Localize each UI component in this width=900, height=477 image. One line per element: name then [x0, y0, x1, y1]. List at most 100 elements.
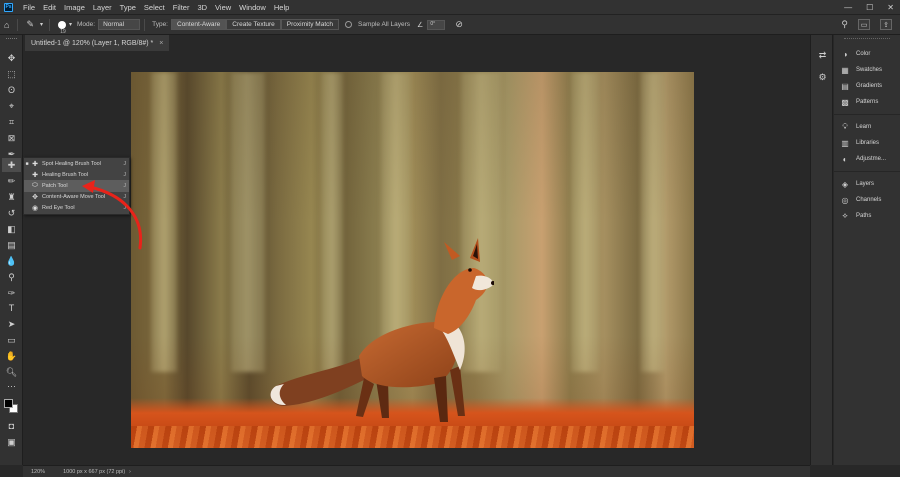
canvas-area[interactable] — [23, 51, 810, 465]
type-tool-icon[interactable]: T — [2, 301, 21, 315]
menu-layer[interactable]: Layer — [89, 3, 116, 12]
panel-swatches[interactable]: ▦ Swatches — [834, 62, 900, 78]
pressure-icon[interactable]: ⊘ — [455, 19, 463, 30]
more-tools-icon[interactable]: ··· — [2, 379, 21, 393]
content-aware-button[interactable]: Content-Aware — [171, 19, 227, 30]
workspace-icon[interactable]: ▭ — [858, 19, 870, 30]
menu-bar: Ps File Edit Image Layer Type Select Fil… — [0, 0, 900, 14]
foreground-color-swatch[interactable] — [4, 399, 13, 408]
brush-tool-icon[interactable]: ✏ — [2, 174, 21, 188]
zoom-tool-icon[interactable]: 🔍︎ — [2, 365, 21, 379]
history-brush-tool-icon[interactable]: ↺ — [2, 206, 21, 220]
create-texture-button[interactable]: Create Texture — [226, 19, 281, 30]
menu-file[interactable]: File — [19, 3, 39, 12]
fly-label: Spot Healing Brush Tool — [42, 160, 101, 167]
minimize-button[interactable]: — — [844, 3, 852, 12]
zoom-level[interactable]: 120% — [23, 469, 53, 475]
menu-filter[interactable]: Filter — [169, 3, 194, 12]
content-aware-move-icon: ✥ — [32, 194, 38, 202]
toolbar: ✥ ⬚ ʘ ⌖ ⌗ ⊠ ✒ ✚ ✏ ♜ ↺ ◧ ▤ 💧 ⚲ ✑ T ➤ ▭ ✋ … — [0, 35, 23, 465]
fox-photo[interactable] — [131, 72, 694, 448]
panel-paths[interactable]: ⟡ Paths — [834, 208, 900, 224]
path-select-tool-icon[interactable]: ➤ — [2, 317, 21, 331]
panel-color[interactable]: ◑ Color — [834, 46, 900, 62]
panel-learn[interactable]: 💡︎ Learn — [834, 119, 900, 135]
sample-all-layers-label: Sample All Layers — [358, 21, 411, 28]
patch-tool-item[interactable]: ⬭ Patch Tool J — [24, 180, 129, 192]
pen-tool-icon[interactable]: ✑ — [2, 286, 21, 300]
healing-tool-icon[interactable]: ✚ — [2, 158, 21, 172]
panel-patterns[interactable]: ▩ Patterns — [834, 94, 900, 110]
stamp-tool-icon[interactable]: ♜ — [2, 190, 21, 204]
swatches-icon: ▦ — [841, 65, 849, 75]
history-panel-icon[interactable]: ⇄ — [816, 49, 829, 62]
panel-adjustments[interactable]: ◐ Adjustme... — [834, 151, 900, 167]
mode-select[interactable]: Normal — [98, 19, 141, 30]
menu-window[interactable]: Window — [235, 3, 270, 12]
red-eye-icon: ◉ — [31, 205, 39, 213]
sample-all-layers-checkbox[interactable] — [345, 21, 352, 28]
spot-healing-brush-item[interactable]: ■ ✚ Spot Healing Brush Tool J — [24, 158, 129, 169]
share-icon[interactable]: ⇪ — [880, 19, 892, 30]
fly-shortcut: J — [123, 160, 127, 167]
fly-label: Red Eye Tool — [42, 205, 75, 212]
toolbar-grip[interactable] — [6, 38, 17, 40]
gradient-tool-icon[interactable]: ▤ — [2, 238, 21, 252]
properties-panel-icon[interactable]: ⚙ — [816, 71, 829, 84]
adjustments-icon: ◐ — [842, 154, 848, 164]
marquee-tool-icon[interactable]: ⬚ — [2, 67, 21, 81]
fly-label: Content-Aware Move Tool — [42, 194, 106, 201]
document-tab-bar: Untitled-1 @ 120% (Layer 1, RGB/8#) * × — [23, 35, 810, 51]
patch-tool-icon[interactable]: ✎ — [26, 19, 34, 30]
fly-label: Patch Tool — [42, 182, 68, 189]
frame-tool-icon[interactable]: ⊠ — [2, 131, 21, 145]
maximize-button[interactable]: ☐ — [866, 3, 873, 12]
angle-input[interactable]: 0° — [427, 19, 446, 30]
move-tool-icon[interactable]: ✥ — [2, 51, 21, 65]
status-menu-arrow[interactable]: › — [129, 469, 131, 475]
panel-gradients[interactable]: ▤ Gradients — [834, 78, 900, 94]
hand-tool-icon[interactable]: ✋ — [2, 349, 21, 363]
menu-3d[interactable]: 3D — [193, 3, 211, 12]
chevron-down-icon[interactable]: ▾ — [69, 21, 72, 28]
chevron-down-icon[interactable]: ▾ — [40, 21, 43, 28]
eraser-tool-icon[interactable]: ◧ — [2, 222, 21, 236]
fly-shortcut: J — [123, 205, 127, 212]
panel-channels[interactable]: ◎ Channels — [834, 192, 900, 208]
object-select-tool-icon[interactable]: ⌖ — [2, 99, 21, 113]
brush-preview[interactable] — [58, 20, 66, 29]
home-icon[interactable]: ⌂ — [4, 20, 9, 30]
blur-tool-icon[interactable]: 💧 — [2, 254, 21, 268]
dodge-tool-icon[interactable]: ⚲ — [2, 270, 21, 284]
panel-layers[interactable]: ◈ Layers — [834, 176, 900, 192]
menu-select[interactable]: Select — [140, 3, 169, 12]
menu-image[interactable]: Image — [60, 3, 89, 12]
menu-type[interactable]: Type — [116, 3, 140, 12]
rectangle-tool-icon[interactable]: ▭ — [2, 333, 21, 347]
proximity-match-button[interactable]: Proximity Match — [280, 19, 339, 30]
gradients-icon: ▤ — [841, 81, 849, 91]
document-tab[interactable]: Untitled-1 @ 120% (Layer 1, RGB/8#) * × — [25, 35, 170, 51]
menu-help[interactable]: Help — [270, 3, 293, 12]
healing-brush-item[interactable]: ✚ Healing Brush Tool J — [24, 169, 129, 180]
menu-edit[interactable]: Edit — [39, 3, 60, 12]
quick-mask-icon[interactable]: ◘ — [2, 419, 21, 433]
panel-group-layers: ◈ Layers ◎ Channels ⟡ Paths — [834, 172, 900, 228]
close-icon[interactable]: × — [159, 40, 163, 47]
brush-size: 19 — [60, 28, 66, 35]
search-icon[interactable]: ⚲ — [841, 19, 848, 30]
learn-icon: 💡︎ — [842, 122, 848, 131]
menu-view[interactable]: View — [211, 3, 235, 12]
panel-libraries[interactable]: ▥ Libraries — [834, 135, 900, 151]
healing-brush-icon: ✚ — [32, 171, 38, 179]
fly-shortcut: J — [123, 171, 127, 178]
status-bar: 120% 1000 px x 667 px (72 ppi) › — [23, 465, 810, 477]
color-icon: ◑ — [842, 49, 848, 59]
close-button[interactable]: ✕ — [887, 3, 894, 12]
crop-tool-icon[interactable]: ⌗ — [2, 115, 21, 129]
content-aware-move-item[interactable]: ✥ Content-Aware Move Tool J — [24, 192, 129, 203]
screen-mode-icon[interactable]: ▣ — [2, 435, 21, 449]
lasso-tool-icon[interactable]: ʘ — [2, 83, 21, 97]
document-info: 1000 px x 667 px (72 ppi) — [63, 468, 126, 475]
red-eye-item[interactable]: ◉ Red Eye Tool J — [24, 203, 129, 214]
